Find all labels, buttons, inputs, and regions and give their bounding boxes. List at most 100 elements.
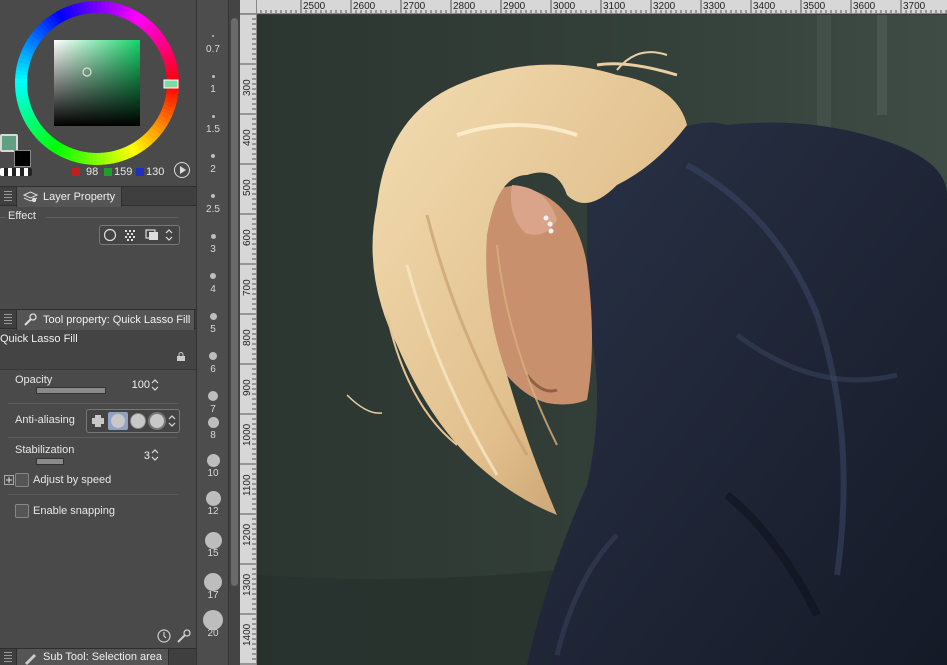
brush-size-dot-icon	[208, 391, 218, 401]
tab-layer-property[interactable]: Layer Property	[16, 187, 123, 207]
anti-aliasing-none[interactable]	[88, 412, 108, 430]
tab-label: Layer Property	[43, 191, 116, 203]
opacity-spinner-icon[interactable]	[151, 378, 159, 392]
brush-size-item[interactable]: 12	[197, 484, 229, 522]
ruler-label: 300	[242, 79, 253, 96]
tone-effect-icon[interactable]	[122, 228, 138, 242]
brush-size-item[interactable]: 1.5	[197, 102, 229, 140]
brush-size-item[interactable]: 17	[197, 568, 229, 606]
panel-grip-icon[interactable]	[4, 191, 12, 201]
reset-icon[interactable]	[157, 629, 171, 643]
brush-size-label: 1.5	[206, 124, 220, 135]
brush-size-item[interactable]: 4	[197, 262, 229, 300]
brush-size-label: 8	[210, 430, 216, 441]
layer-property-icon	[23, 191, 38, 203]
brush-size-dot-icon	[209, 312, 217, 320]
ruler-label: 2700	[403, 1, 426, 12]
tab-label: Sub Tool: Selection area	[43, 651, 163, 663]
effect-button-group	[99, 225, 180, 245]
color-mode-toggle-icon[interactable]	[174, 162, 190, 178]
anti-aliasing-weak[interactable]	[108, 412, 128, 430]
expand-plus-icon[interactable]	[4, 475, 14, 485]
ruler-label: 3200	[653, 1, 676, 12]
vertical-ruler: 300 400 500 600 700 800 900 1000 1100 1200 1300 140…	[240, 14, 257, 665]
brush-size-item[interactable]: 20	[197, 606, 229, 644]
brush-size-item[interactable]: 2.5	[197, 182, 229, 220]
ruler-label: 500	[242, 179, 253, 196]
anti-aliasing-medium[interactable]	[128, 412, 148, 430]
settings-wrench-icon[interactable]	[177, 629, 191, 643]
brush-size-item[interactable]: 8	[197, 408, 229, 446]
ruler-label: 600	[242, 229, 253, 246]
green-channel-icon	[104, 168, 112, 176]
brush-size-dot-icon	[206, 453, 220, 467]
border-effect-icon[interactable]	[102, 228, 118, 242]
expand-chevron-icon[interactable]	[164, 228, 174, 242]
earring	[543, 215, 549, 221]
medium-dot-icon	[131, 414, 145, 428]
brush-size-dot-icon	[211, 154, 215, 158]
brush-size-dot-icon	[211, 74, 215, 78]
blue-channel-icon	[136, 168, 144, 176]
brush-size-dot-icon	[209, 352, 217, 360]
brush-size-dot-icon	[204, 531, 222, 549]
enable-snapping-checkbox[interactable]	[15, 504, 29, 518]
red-channel-icon	[72, 168, 80, 176]
brush-size-dot-icon	[211, 114, 215, 118]
brush-size-item[interactable]: 10	[197, 446, 229, 484]
brush-size-item[interactable]: 5	[197, 302, 229, 340]
panel-grip-icon[interactable]	[4, 652, 12, 662]
horizontal-ruler: 2500 2600 2700 2800 2900 3000 3100 3200 3300 3400…	[240, 0, 947, 14]
brush-size-dot-icon	[210, 273, 216, 279]
hue-cursor[interactable]	[163, 79, 179, 89]
effect-label: Effect	[8, 210, 36, 222]
ruler-label: 3300	[703, 1, 726, 12]
vertical-scrollbar-thumb[interactable]	[231, 18, 238, 586]
earring	[548, 228, 554, 234]
tool-property-footer-icons	[157, 629, 191, 643]
ruler-label: 900	[242, 379, 253, 396]
ruler-label: 3100	[603, 1, 626, 12]
transparent-color-swatch[interactable]	[0, 168, 32, 176]
opacity-value[interactable]: 100	[122, 379, 150, 391]
brush-size-item[interactable]: 2	[197, 142, 229, 180]
canvas[interactable]	[257, 15, 947, 665]
anti-aliasing-strong[interactable]	[147, 412, 167, 430]
brush-size-label: 3	[210, 244, 216, 255]
brush-size-dot-icon	[207, 416, 219, 428]
vertical-scrollbar[interactable]	[228, 0, 240, 665]
brush-size-item[interactable]: 1	[197, 62, 229, 100]
lock-icon[interactable]	[176, 352, 186, 361]
ruler-label: 3400	[753, 1, 776, 12]
tab-sub-tool[interactable]: Sub Tool: Selection area	[16, 649, 170, 665]
aliased-dot-icon	[92, 415, 104, 427]
ruler-label: 3500	[803, 1, 826, 12]
layer-color-effect-icon[interactable]	[144, 228, 160, 242]
layer-property-body: Effect	[0, 207, 196, 308]
brush-size-dot-icon	[210, 233, 216, 239]
brush-size-label: 10	[207, 468, 219, 479]
panel-grip-icon[interactable]	[4, 314, 12, 324]
tab-tool-property[interactable]: Tool property: Quick Lasso Fill	[16, 310, 196, 330]
brush-size-label: 17	[207, 590, 219, 601]
stabilization-value[interactable]: 3	[130, 450, 150, 462]
stabilization-spinner-icon[interactable]	[151, 448, 159, 462]
brush-size-item[interactable]: 0.7	[197, 22, 229, 60]
pen-icon	[25, 654, 36, 665]
earring	[547, 221, 553, 227]
weak-dot-icon	[111, 414, 125, 428]
brush-size-label: 15	[207, 548, 219, 559]
divider	[46, 217, 178, 218]
ruler-label: 1400	[242, 623, 253, 646]
anti-aliasing-chevron-icon[interactable]	[167, 414, 177, 428]
stabilization-slider[interactable]	[36, 458, 64, 465]
opacity-label: Opacity	[15, 374, 53, 386]
brush-size-item[interactable]: 3	[197, 222, 229, 260]
brush-size-item[interactable]: 6	[197, 342, 229, 380]
brush-size-item[interactable]: 15	[197, 526, 229, 564]
adjust-by-speed-checkbox[interactable]	[15, 473, 29, 487]
tab-label: Tool property: Quick Lasso Fill	[43, 314, 191, 326]
blue-value: 130	[146, 166, 165, 178]
sub-color-swatch[interactable]	[14, 150, 31, 167]
opacity-slider[interactable]	[36, 387, 106, 394]
